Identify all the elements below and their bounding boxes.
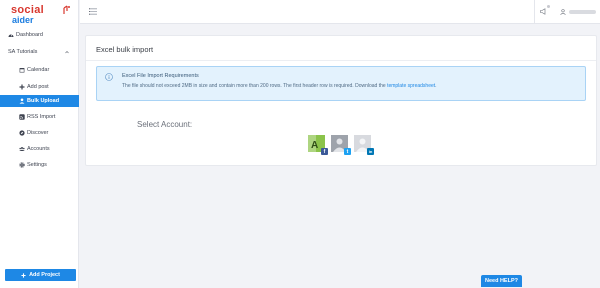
hamburger-icon[interactable] (89, 8, 97, 15)
sidebar-item-label: Dashboard (16, 32, 43, 38)
sidebar-item-bulk-upload[interactable]: Bulk Upload (0, 95, 79, 107)
user-icon[interactable] (560, 9, 566, 15)
topbar (80, 0, 600, 24)
need-help-button[interactable]: Need HELP? (481, 275, 522, 287)
calendar-icon (19, 67, 25, 73)
megaphone-icon[interactable] (540, 8, 547, 15)
page-title: Excel bulk import (96, 45, 154, 54)
twitter-icon: t (344, 148, 351, 155)
requirements-alert: Excel File Import Requirements The file … (96, 66, 586, 101)
plus-icon (21, 272, 26, 278)
bulk-import-card: Excel bulk import Excel File Import Requ… (85, 35, 597, 166)
dashboard-icon (8, 32, 14, 38)
logo-bottom-text: aider (12, 15, 34, 25)
sidebar-item-rss-import[interactable]: RSS Import (0, 111, 79, 123)
plus-icon (19, 84, 25, 90)
sidebar-item-label: Add post (27, 84, 49, 90)
add-project-label: Add Project (29, 272, 60, 278)
chevron-up-icon (65, 51, 69, 54)
sidebar-item-settings[interactable]: Settings (0, 159, 79, 171)
sidebar-item-discover[interactable]: Discover (0, 127, 79, 139)
account-facebook[interactable]: A f (308, 135, 328, 155)
sidebar-project-toggle[interactable]: SA Tutorials (0, 46, 79, 58)
sidebar-item-label: Calendar (27, 67, 50, 73)
user-upload-icon (19, 98, 25, 104)
notification-dot (547, 5, 550, 8)
topbar-user-area (534, 0, 600, 24)
alert-text: The file should not exceed 2MB in size a… (122, 83, 437, 89)
sidebar-item-calendar[interactable]: Calendar (0, 64, 79, 76)
sidebar: social aider Dashboard SA Tutorials Cale… (0, 0, 79, 288)
template-spreadsheet-link[interactable]: template spreadsheet (387, 83, 435, 89)
alert-title: Excel File Import Requirements (122, 73, 199, 79)
account-linkedin[interactable]: in (354, 135, 374, 155)
alert-end: . (435, 83, 437, 89)
sidebar-item-label: RSS Import (27, 114, 56, 120)
rss-icon (19, 114, 25, 120)
linkedin-icon: in (367, 148, 374, 155)
sidebar-item-label: Bulk Upload (27, 98, 60, 104)
logo-mark-icon (63, 5, 70, 14)
sidebar-item-dashboard[interactable]: Dashboard (0, 29, 79, 41)
users-icon (19, 146, 25, 152)
user-name-placeholder[interactable] (569, 10, 596, 14)
gear-icon (19, 162, 25, 168)
add-project-button[interactable]: Add Project (5, 269, 76, 281)
account-twitter[interactable]: t (331, 135, 351, 155)
sidebar-item-accounts[interactable]: Accounts (0, 143, 79, 155)
sidebar-item-add-post[interactable]: Add post (0, 81, 79, 93)
select-account-label: Select Account: (137, 120, 193, 129)
divider (86, 60, 596, 61)
sidebar-item-label: Settings (27, 162, 47, 168)
info-icon (105, 73, 113, 81)
facebook-icon: f (321, 148, 328, 155)
svg-text:A: A (311, 140, 318, 151)
project-label: SA Tutorials (8, 49, 38, 55)
alert-body: The file should not exceed 2MB in size a… (122, 83, 386, 89)
logo[interactable]: social aider (11, 4, 71, 26)
sidebar-item-label: Discover (27, 130, 49, 136)
compass-icon (19, 130, 25, 136)
sidebar-item-label: Accounts (27, 146, 50, 152)
